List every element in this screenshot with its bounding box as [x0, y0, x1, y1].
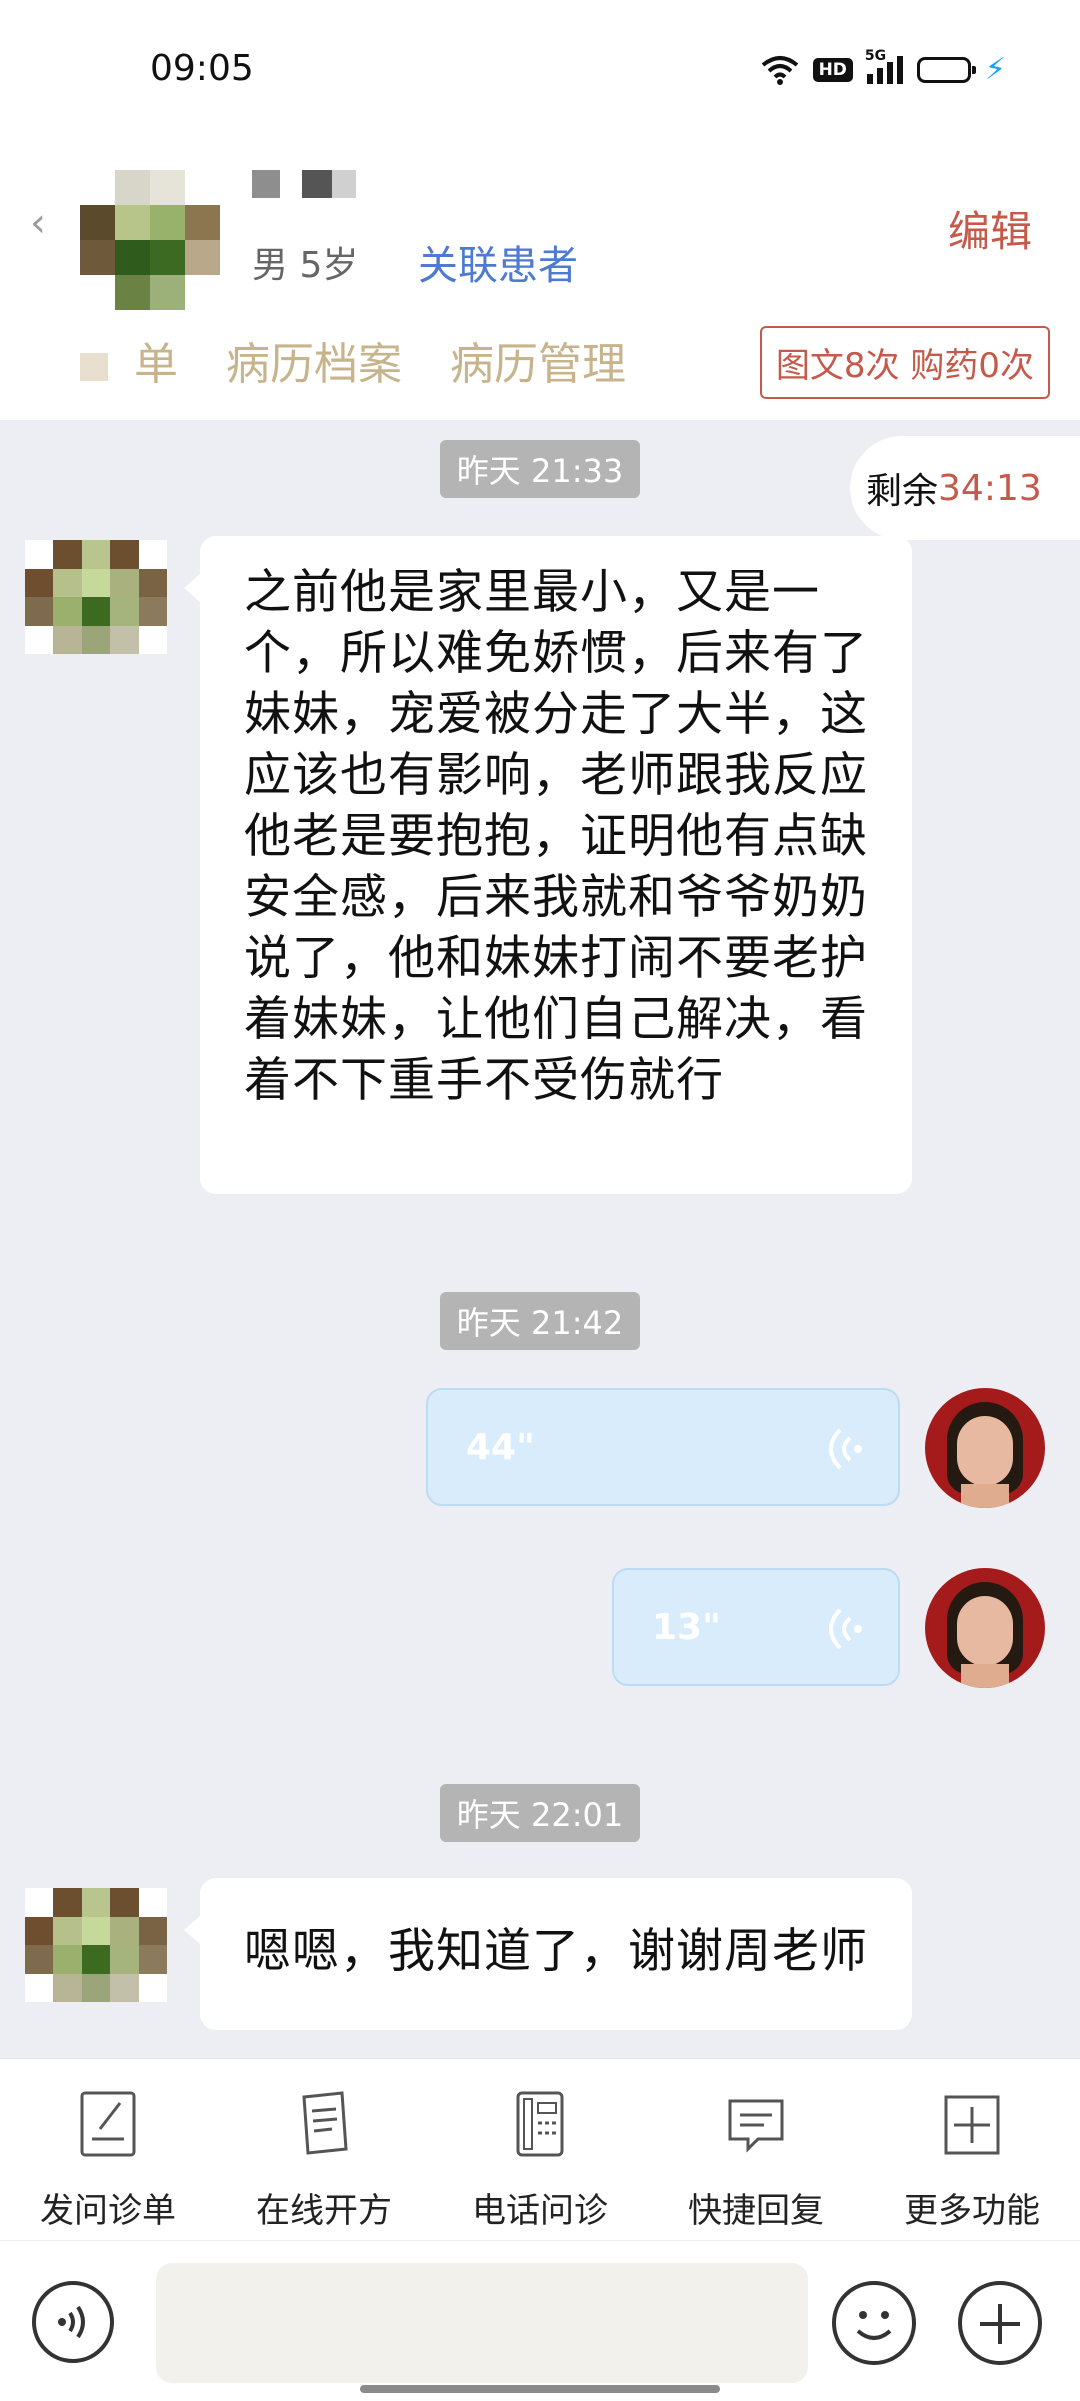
- tab-record-management[interactable]: 病历管理: [450, 328, 626, 392]
- status-time: 09:05: [150, 48, 254, 89]
- stats-badge: 图文8次 购药0次: [759, 326, 1050, 399]
- back-icon[interactable]: ‹: [30, 200, 46, 246]
- link-patient-button[interactable]: 关联患者: [418, 233, 578, 291]
- voice-message[interactable]: 13": [612, 1568, 900, 1686]
- remaining-label: 剩余: [866, 471, 939, 512]
- emoji-icon: [856, 2311, 892, 2340]
- doctor-avatar[interactable]: [925, 1568, 1045, 1688]
- voice-wave-icon: [829, 1608, 862, 1650]
- function-toolbar: 发问诊单 在线开方 电话问诊 快捷回复 更多功能: [0, 2058, 1080, 2241]
- message-input[interactable]: [156, 2263, 808, 2383]
- input-bar: [0, 2240, 1080, 2401]
- charging-icon: ⚡: [984, 52, 1006, 87]
- toolbar-label: 发问诊单: [40, 2191, 176, 2231]
- doctor-avatar[interactable]: [925, 1388, 1045, 1508]
- patient-gender-age: 男 5岁: [252, 245, 359, 286]
- toolbar-label: 更多功能: [904, 2191, 1040, 2231]
- battery-icon: [916, 56, 976, 83]
- voice-wave-icon: [829, 1428, 862, 1470]
- tab-order[interactable]: 单: [80, 328, 178, 392]
- remaining-time-badge: 剩余 34:13: [850, 436, 1080, 540]
- patient-avatar-small[interactable]: [25, 540, 167, 654]
- toolbar-label: 在线开方: [256, 2191, 392, 2231]
- voice-duration: 44": [466, 1426, 535, 1468]
- remaining-value: 34:13: [938, 467, 1042, 509]
- voice-message[interactable]: 44": [426, 1388, 900, 1506]
- toolbar-label: 快捷回复: [688, 2191, 824, 2231]
- edit-button[interactable]: 编辑: [948, 198, 1032, 259]
- patient-avatar[interactable]: [80, 170, 220, 310]
- patient-avatar-small[interactable]: [25, 1888, 167, 2002]
- message-bubble-patient[interactable]: 之前他是家里最小，又是一个，所以难免娇惯，后来有了妹妹，宠爱被分走了大半，这应该…: [184, 536, 912, 1194]
- voice-duration: 13": [652, 1606, 721, 1648]
- chat-timestamp: 昨天 21:33: [440, 440, 640, 498]
- emoji-button[interactable]: [832, 2281, 916, 2365]
- wifi-icon: [761, 55, 798, 85]
- voice-input-button[interactable]: [32, 2281, 114, 2363]
- prescription-icon: [302, 2091, 348, 2155]
- patient-header: ‹ 男 5岁 关联患者 编辑 单 病历档案 病历管理 图文8次 购药0次: [0, 140, 1080, 420]
- toolbar-label: 电话问诊: [472, 2191, 608, 2231]
- status-icons: HD 5G ⚡: [761, 48, 1006, 87]
- patient-name-redacted: [252, 170, 356, 198]
- chat-timestamp: 昨天 22:01: [440, 1784, 640, 1842]
- hd-icon: HD: [812, 57, 853, 82]
- header-tabs: 单 病历档案 病历管理: [80, 328, 626, 392]
- status-bar: 09:05 HD 5G ⚡: [0, 0, 1080, 140]
- plus-square-icon: [944, 2095, 1000, 2155]
- tab-medical-records[interactable]: 病历档案: [226, 328, 402, 392]
- voice-input-icon: [58, 2305, 85, 2339]
- phone-icon: [516, 2091, 564, 2157]
- home-indicator: [360, 2385, 720, 2393]
- message-bubble-patient[interactable]: 嗯嗯，我知道了，谢谢周老师: [184, 1878, 912, 2030]
- chat-timestamp: 昨天 21:42: [440, 1292, 640, 1350]
- edit-form-icon: [80, 2091, 136, 2157]
- signal-icon: 5G: [865, 48, 903, 84]
- add-attachment-button[interactable]: [958, 2281, 1042, 2365]
- chat-bubble-icon: [728, 2099, 784, 2153]
